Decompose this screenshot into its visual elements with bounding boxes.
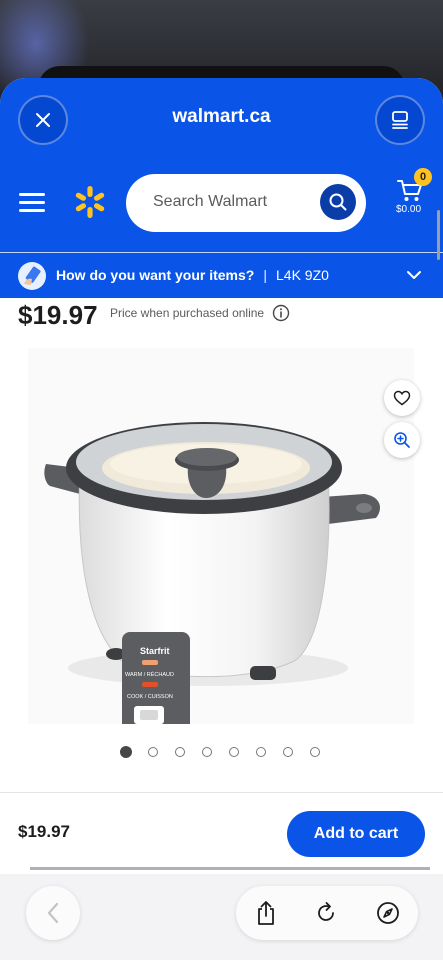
product-image[interactable]: Starfrit WARM / RÉCHAUD COOK / CUISSON <box>28 348 414 742</box>
rice-cooker-illustration: Starfrit WARM / RÉCHAUD COOK / CUISSON <box>44 422 380 742</box>
scroll-indicator[interactable] <box>437 210 440 260</box>
zoom-button[interactable] <box>384 422 420 458</box>
cart-total: $0.00 <box>396 204 422 215</box>
delivery-separator: | <box>263 267 267 283</box>
cart-count-badge: 0 <box>414 168 432 186</box>
compass-button[interactable] <box>374 899 402 927</box>
browser-top-bar: walmart.ca <box>0 78 443 164</box>
share-icon <box>258 901 274 925</box>
delivery-selector[interactable]: How do you want your items? | L4K 9Z0 <box>0 252 443 298</box>
carousel-dot[interactable] <box>120 746 132 758</box>
price-note: Price when purchased online <box>110 306 265 320</box>
product-price: $19.97 <box>18 300 98 330</box>
favorite-button[interactable] <box>384 380 420 416</box>
search-bar[interactable]: Search Walmart <box>126 174 366 232</box>
site-header: Search Walmart 0 $0.00 <box>0 168 443 238</box>
search-icon <box>329 193 347 211</box>
carousel-dot[interactable] <box>310 747 320 757</box>
browser-actions <box>236 886 418 940</box>
carousel-dot[interactable] <box>175 747 185 757</box>
compass-icon <box>377 902 399 924</box>
delivery-label: How do you want your items? | L4K 9Z0 <box>56 267 329 283</box>
cart-button[interactable]: 0 $0.00 <box>394 168 434 230</box>
page-bottom-line <box>30 867 430 870</box>
reload-button[interactable] <box>312 899 340 927</box>
chevron-down-icon <box>407 271 421 279</box>
carousel-dot[interactable] <box>148 747 158 757</box>
browser-toolbar <box>0 874 443 960</box>
search-button[interactable] <box>320 184 356 220</box>
walmart-spark-icon[interactable] <box>73 185 107 219</box>
image-label-warm: WARM / RÉCHAUD <box>125 671 174 678</box>
info-icon[interactable] <box>272 304 290 322</box>
reload-icon <box>318 902 334 921</box>
sticky-price: $19.97 <box>18 822 70 841</box>
menu-icon[interactable] <box>19 191 45 213</box>
delivery-postal-code: L4K 9Z0 <box>276 267 329 283</box>
delivery-icon <box>18 262 46 290</box>
image-brand: Starfrit <box>140 646 170 656</box>
zoom-in-icon <box>394 432 410 448</box>
share-button[interactable] <box>252 899 280 927</box>
image-label-cook: COOK / CUISSON <box>127 694 173 700</box>
divider <box>0 792 443 793</box>
carousel-dot[interactable] <box>256 747 266 757</box>
tabs-icon <box>392 111 408 129</box>
search-input[interactable]: Search Walmart <box>153 193 267 211</box>
carousel-dot[interactable] <box>283 747 293 757</box>
delivery-question: How do you want your items? <box>56 267 255 283</box>
carousel-dot[interactable] <box>229 747 239 757</box>
add-to-cart-button[interactable]: Add to cart <box>287 811 425 857</box>
heart-icon <box>393 390 411 406</box>
browser-sheet: walmart.ca Search Walmart 0 $0.00 How do… <box>0 78 443 960</box>
back-button[interactable] <box>26 886 80 940</box>
back-icon <box>47 902 59 924</box>
carousel-pagination <box>120 746 330 760</box>
carousel-dot[interactable] <box>202 747 212 757</box>
tabs-button[interactable] <box>375 95 425 145</box>
